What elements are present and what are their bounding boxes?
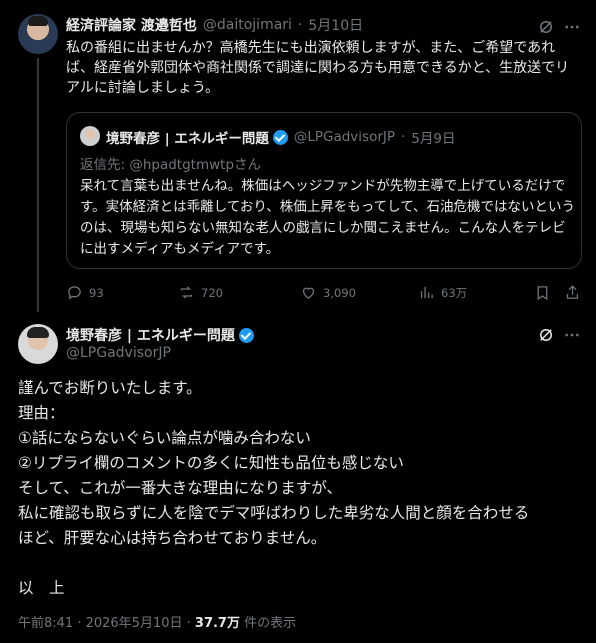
views-label: 件の表示 [244, 616, 297, 631]
views-count: 63万 [441, 285, 468, 300]
post-line: ①話にならないぐらい論点が噛み合わない [18, 429, 311, 447]
post-header: 経済評論家 渡邉哲也 @daitojimari · 5月10日 [66, 15, 526, 35]
repost-icon [180, 286, 193, 299]
reply-button[interactable]: 93 [66, 284, 104, 301]
quoted-reply-to: 返信先: @hpadtgtmwtpさん [80, 157, 262, 173]
post-line: 理由： [18, 404, 65, 422]
post-line: ②リプライ欄のコメントの多くに知性も品位も感じない [18, 454, 404, 472]
post-header: 境野春彦 | エネルギー問題 [66, 325, 254, 345]
thread-connector-line [37, 58, 39, 312]
post-line: 私に確認も取らずに人を陰でデマ呼ばわりした卑劣な人間と顔を合わせる [18, 504, 530, 522]
post-line: 謹んでお断りいたします。 [18, 379, 202, 397]
post-line: そして、これが一番大きな理由になりますが、 [18, 479, 342, 497]
bookmark-button[interactable] [534, 284, 557, 301]
author-avatar[interactable] [18, 14, 58, 54]
action-bar: 93 720 3,090 63万 [66, 284, 582, 304]
post-text: 謹んでお断りいたします。 理由： ①話にならないぐらい論点が噛み合わない ②リプ… [18, 376, 586, 601]
author-name[interactable]: 経済評論家 渡邉哲也 [66, 15, 197, 35]
verified-badge-icon [238, 327, 254, 343]
repost-count: 720 [201, 285, 223, 300]
grok-icon[interactable] [537, 18, 555, 36]
quoted-author-avatar [80, 126, 100, 146]
author-avatar[interactable] [18, 324, 58, 364]
views-button[interactable]: 63万 [418, 284, 467, 301]
author-handle[interactable]: @daitojimari [203, 17, 292, 33]
quoted-author-name: 境野春彦 | エネルギー問題 [106, 131, 269, 147]
quoted-post-date: 5月9日 [411, 131, 456, 147]
like-button[interactable]: 3,090 [300, 284, 356, 301]
author-name[interactable]: 境野春彦 | エネルギー問題 [66, 325, 235, 345]
post-timestamp[interactable]: 午前8:41 · 2026年5月10日 · [18, 616, 191, 631]
author-handle[interactable]: @LPGadvisorJP [66, 345, 171, 361]
post-meta: 午前8:41 · 2026年5月10日 · 37.7万 件の表示 [18, 612, 296, 631]
post-text: 私の番組に出ませんか？高橋先生にも出演依頼しますが、また、ご希望であれば、経産省… [66, 40, 570, 96]
grok-icon[interactable] [537, 326, 555, 344]
views-total: 37.7万 [194, 616, 240, 631]
post-line: ほど、肝要な心は持ち合わせておりません。 [18, 529, 327, 547]
verified-badge-icon [272, 129, 288, 145]
quoted-author-handle: @LPGadvisorJP [293, 129, 396, 145]
separator-dot: · [401, 129, 406, 145]
post-line [18, 551, 586, 576]
quoted-post-text: 呆れて言葉も出ませんね。株価はヘッジファンドが先物主導で上げているだけです。実体… [80, 178, 576, 257]
bookmark-icon [537, 286, 548, 301]
like-count: 3,090 [323, 285, 356, 300]
reply-icon [68, 286, 81, 300]
heart-icon [302, 287, 315, 299]
share-icon [566, 285, 579, 299]
analytics-icon [420, 286, 433, 299]
quoted-post-header: 境野春彦 | エネルギー問題 @LPGadvisorJP · 5月9日 [106, 127, 456, 147]
more-icon[interactable] [563, 18, 581, 36]
post-line: 以 上 [18, 579, 65, 597]
repost-button[interactable]: 720 [178, 284, 223, 301]
more-icon[interactable] [563, 326, 581, 344]
separator-dot: · [297, 17, 303, 33]
post-date[interactable]: 5月10日 [308, 15, 363, 35]
reply-count: 93 [89, 285, 104, 300]
share-button[interactable] [564, 284, 587, 301]
